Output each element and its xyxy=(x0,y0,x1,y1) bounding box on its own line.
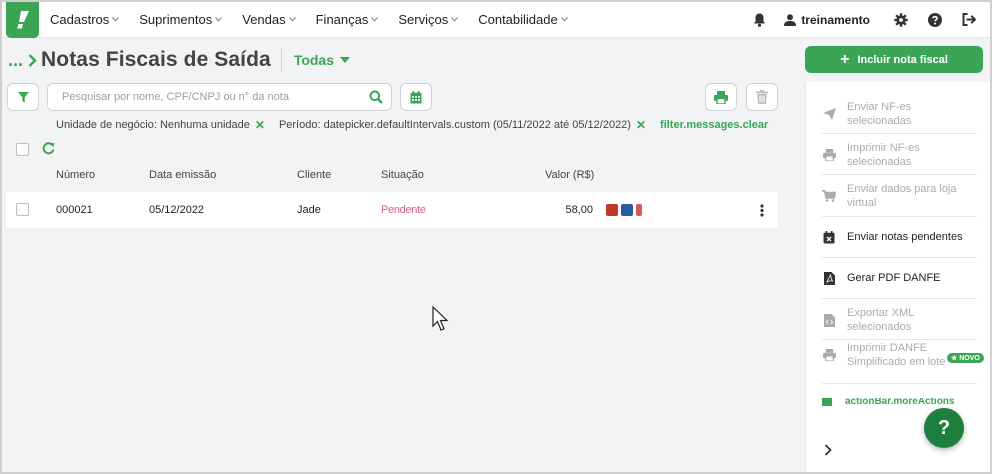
help-floating-button[interactable]: ? xyxy=(924,408,964,448)
cell-data-emissao: 05/12/2022 xyxy=(149,204,205,216)
status-tag-icon[interactable] xyxy=(606,204,618,216)
plus-icon: + xyxy=(840,50,850,68)
trash-icon xyxy=(756,90,768,104)
menu-contabilidade[interactable]: Contabilidade xyxy=(478,12,568,27)
chevron-down-icon xyxy=(215,17,223,22)
menu-vendas[interactable]: Vendas xyxy=(242,12,296,27)
nav-right: treinamento xyxy=(742,2,990,38)
delete-button[interactable] xyxy=(746,83,778,111)
calendar-x-icon xyxy=(823,230,835,243)
cell-situacao: Pendente xyxy=(381,204,426,216)
logout-button[interactable] xyxy=(952,2,986,38)
row-status-icons xyxy=(606,204,645,216)
page-header: ... Notas Fiscais de Saída Todas xyxy=(8,47,351,73)
notifications-button[interactable] xyxy=(742,2,776,38)
main-menu: Cadastros Suprimentos Vendas Finanças Se… xyxy=(50,12,588,27)
logout-icon xyxy=(962,13,976,26)
status-tag-icon[interactable] xyxy=(636,204,642,216)
cart-icon xyxy=(822,190,836,202)
bell-icon xyxy=(753,13,766,27)
clear-filters-link[interactable]: filter.messages.clear xyxy=(660,119,768,131)
action-print-danfe-simplified[interactable]: Imprimir DANFE Simplificado em lote xyxy=(822,341,947,369)
more-actions-icon xyxy=(822,398,832,406)
refresh-icon[interactable] xyxy=(42,142,55,155)
question-circle-icon xyxy=(928,12,942,27)
column-valor[interactable]: Valor (R$) xyxy=(545,169,594,181)
filter-chip-unidade: Unidade de negócio: Nenhuma unidade ✕ xyxy=(56,118,265,132)
user-menu[interactable]: treinamento xyxy=(784,13,870,27)
settings-button[interactable] xyxy=(884,2,918,38)
remove-filter-icon[interactable]: ✕ xyxy=(636,118,646,132)
table-row[interactable]: 000021 05/12/2022 Jade Pendente 58,00 xyxy=(6,192,778,228)
page-title: Notas Fiscais de Saída xyxy=(41,48,271,71)
search-box xyxy=(47,83,392,111)
column-data-emissao[interactable]: Data emissão xyxy=(149,169,216,181)
search-icon[interactable] xyxy=(369,90,383,104)
funnel-icon xyxy=(17,91,29,103)
gear-icon xyxy=(894,12,908,27)
row-checkbox[interactable] xyxy=(16,203,29,216)
menu-suprimentos[interactable]: Suprimentos xyxy=(139,12,223,27)
printer-icon xyxy=(822,349,836,361)
action-print-nfes[interactable]: Imprimir NF-es selecionadas xyxy=(822,141,977,169)
caret-down-icon xyxy=(340,57,351,63)
status-tag-icon[interactable] xyxy=(621,204,633,216)
print-button[interactable] xyxy=(705,83,737,111)
search-input[interactable] xyxy=(62,91,369,103)
user-icon xyxy=(784,13,797,26)
add-invoice-button[interactable]: + Incluir nota fiscal xyxy=(805,46,983,73)
actions-panel: Enviar NF-es selecionadas Imprimir NF-es… xyxy=(805,82,990,472)
breadcrumb[interactable]: ... xyxy=(8,50,37,71)
status-filter-dropdown[interactable]: Todas xyxy=(294,52,351,68)
column-cliente[interactable]: Cliente xyxy=(297,169,331,181)
chevron-right-icon[interactable] xyxy=(824,444,832,456)
chevron-down-icon xyxy=(371,17,379,22)
select-all-checkbox[interactable] xyxy=(16,143,29,156)
mouse-cursor-icon xyxy=(432,306,449,331)
date-picker-button[interactable] xyxy=(400,83,432,111)
xml-file-icon xyxy=(823,313,835,327)
chevron-down-icon xyxy=(451,17,459,22)
chevron-down-icon xyxy=(112,17,120,22)
printer-icon xyxy=(714,90,728,104)
filter-button[interactable] xyxy=(7,83,39,111)
chevron-down-icon xyxy=(560,17,568,22)
action-more-actions[interactable]: actionBar.moreActions xyxy=(822,398,954,406)
filter-chip-periodo: Período: datepicker.defaultIntervals.cus… xyxy=(278,118,647,132)
action-generate-pdf[interactable]: Gerar PDF DANFE xyxy=(822,271,977,285)
column-numero[interactable]: Número xyxy=(56,169,95,181)
logo-icon xyxy=(16,10,29,28)
send-icon xyxy=(822,108,836,120)
chevron-down-icon xyxy=(288,17,296,22)
action-send-nfes[interactable]: Enviar NF-es selecionadas xyxy=(822,100,977,128)
menu-servicos[interactable]: Serviços xyxy=(398,12,459,27)
cell-cliente: Jade xyxy=(297,204,321,216)
remove-filter-icon[interactable]: ✕ xyxy=(255,118,265,132)
chevron-right-icon xyxy=(28,53,37,67)
action-send-store[interactable]: Enviar dados para loja virtual xyxy=(822,182,977,210)
action-export-xml[interactable]: Exportar XML selecionados xyxy=(822,306,977,334)
title-divider xyxy=(280,48,282,72)
calendar-icon xyxy=(410,90,422,103)
cell-valor: 58,00 xyxy=(565,204,593,216)
app-logo[interactable] xyxy=(6,1,39,38)
menu-financas[interactable]: Finanças xyxy=(316,12,379,27)
pdf-icon xyxy=(823,271,835,285)
kebab-menu-icon[interactable] xyxy=(760,204,764,217)
printer-icon xyxy=(822,149,836,161)
cell-numero: 000021 xyxy=(56,204,93,216)
active-filters: Unidade de negócio: Nenhuma unidade ✕ Pe… xyxy=(56,118,768,132)
column-situacao[interactable]: Situação xyxy=(381,169,424,181)
help-nav-button[interactable] xyxy=(918,2,952,38)
menu-cadastros[interactable]: Cadastros xyxy=(50,12,120,27)
top-navigation: Cadastros Suprimentos Vendas Finanças Se… xyxy=(2,1,990,38)
action-send-pending[interactable]: Enviar notas pendentes xyxy=(822,230,977,244)
new-badge: ★ NOVO xyxy=(947,353,984,363)
